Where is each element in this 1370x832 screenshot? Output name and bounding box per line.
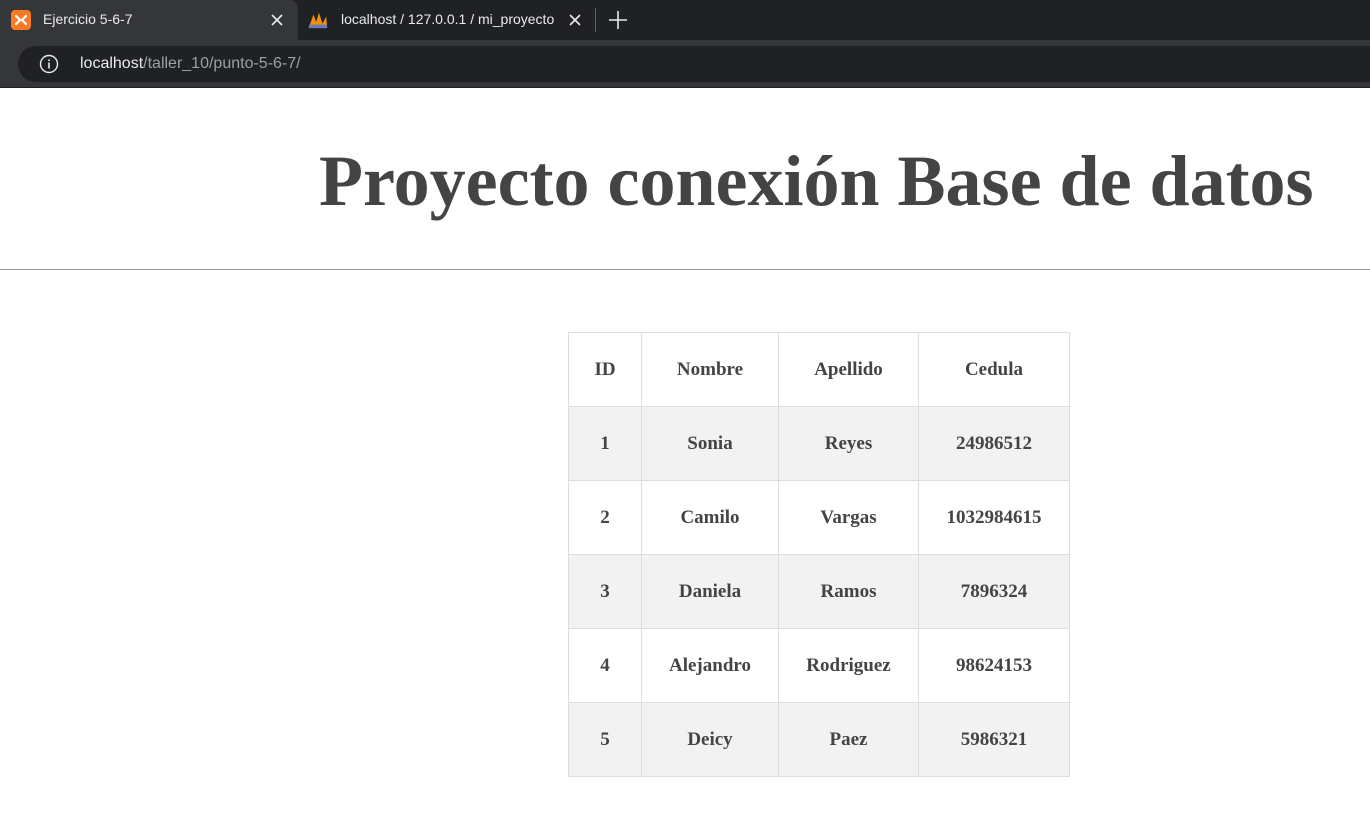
cell-id: 1 xyxy=(568,406,642,481)
header-nombre: Nombre xyxy=(641,332,779,407)
cell-nombre: Alejandro xyxy=(641,628,779,703)
tab-divider xyxy=(595,8,596,32)
cell-nombre: Camilo xyxy=(641,480,779,555)
url-path: /taller_10/punto-5-6-7/ xyxy=(143,55,301,72)
cell-cedula: 24986512 xyxy=(918,406,1070,481)
xampp-icon xyxy=(11,10,31,30)
cell-apellido: Paez xyxy=(778,702,919,777)
cell-apellido: Ramos xyxy=(778,554,919,629)
tab-title: Ejercicio 5-6-7 xyxy=(43,11,133,27)
header-apellido: Apellido xyxy=(778,332,919,407)
address-bar[interactable]: localhost/taller_10/punto-5-6-7/ xyxy=(18,46,1370,82)
table-row: 4 Alejandro Rodriguez 98624153 xyxy=(568,628,1070,703)
cell-nombre: Daniela xyxy=(641,554,779,629)
tab-phpmyadmin[interactable]: localhost / 127.0.0.1 / mi_proyecto xyxy=(298,0,590,40)
tab-title: localhost / 127.0.0.1 / mi_proyecto xyxy=(341,11,555,27)
cell-nombre: Sonia xyxy=(641,406,779,481)
info-icon[interactable] xyxy=(39,54,59,74)
cell-apellido: Rodriguez xyxy=(778,628,919,703)
table-row: 2 Camilo Vargas 1032984615 xyxy=(568,480,1070,555)
url-host: localhost xyxy=(80,55,144,72)
table-header-row: ID Nombre Apellido Cedula xyxy=(568,332,1070,407)
cell-apellido: Reyes xyxy=(778,406,919,481)
cell-nombre: Deicy xyxy=(641,702,779,777)
tab-strip: Ejercicio 5-6-7 localhost / 127.0.0.1 / … xyxy=(0,0,1370,40)
close-icon[interactable] xyxy=(567,12,583,28)
table-row: 1 Sonia Reyes 24986512 xyxy=(568,406,1070,481)
header-cedula: Cedula xyxy=(918,332,1070,407)
data-table: ID Nombre Apellido Cedula 1 Sonia Reyes … xyxy=(568,332,1070,777)
cell-cedula: 5986321 xyxy=(918,702,1070,777)
tab-ejercicio[interactable]: Ejercicio 5-6-7 xyxy=(0,0,298,40)
horizontal-rule xyxy=(0,269,1370,270)
cell-id: 2 xyxy=(568,480,642,555)
cell-cedula: 1032984615 xyxy=(918,480,1070,555)
cell-id: 4 xyxy=(568,628,642,703)
new-tab-icon[interactable] xyxy=(606,8,630,32)
table-row: 3 Daniela Ramos 7896324 xyxy=(568,554,1070,629)
page-content: Proyecto conexión Base de datos ID Nombr… xyxy=(0,89,1370,832)
cell-id: 5 xyxy=(568,702,642,777)
cell-cedula: 98624153 xyxy=(918,628,1070,703)
header-id: ID xyxy=(568,332,642,407)
phpmyadmin-icon xyxy=(308,12,328,29)
page-title: Proyecto conexión Base de datos xyxy=(319,141,1314,221)
url-text: localhost/taller_10/punto-5-6-7/ xyxy=(80,54,301,74)
cell-id: 3 xyxy=(568,554,642,629)
cell-apellido: Vargas xyxy=(778,480,919,555)
close-icon[interactable] xyxy=(269,12,285,28)
table-row: 5 Deicy Paez 5986321 xyxy=(568,702,1070,777)
cell-cedula: 7896324 xyxy=(918,554,1070,629)
browser-toolbar: localhost/taller_10/punto-5-6-7/ xyxy=(0,40,1370,88)
